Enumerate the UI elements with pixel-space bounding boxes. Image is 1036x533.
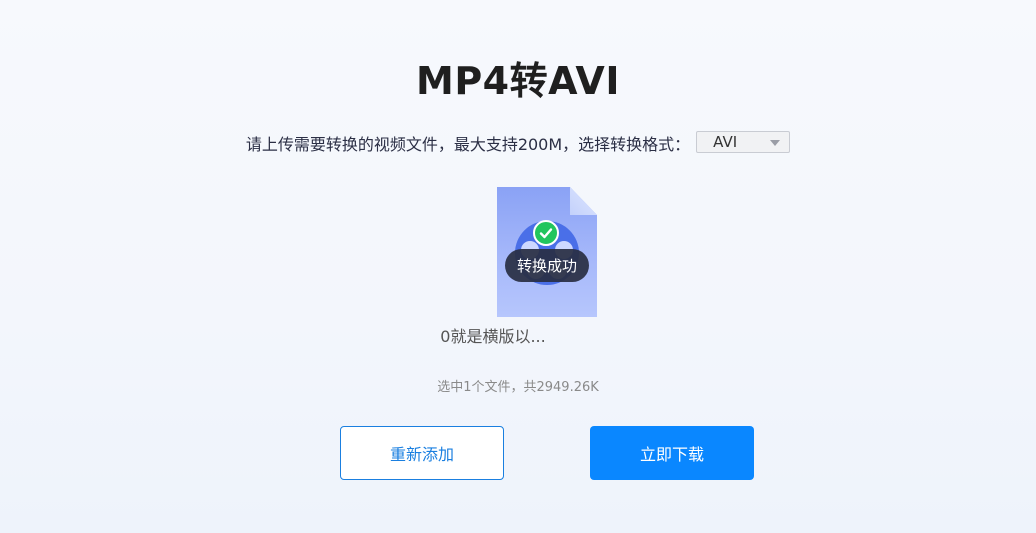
chevron-down-icon: [770, 140, 781, 146]
file-card[interactable]: 转换成功: [497, 187, 597, 317]
upload-instruction: 请上传需要转换的视频文件，最大支持200M，选择转换格式：: [245, 135, 691, 154]
format-select-value: AVI: [713, 133, 738, 151]
converter-page: MP4转AVI 请上传需要转换的视频文件，最大支持200M，选择转换格式： AV…: [0, 0, 1036, 533]
re-add-button[interactable]: 重新添加: [340, 426, 504, 480]
selection-summary: 选中1个文件，共2949.26K: [437, 380, 599, 395]
file-name: 0就是横版以...: [440, 327, 546, 346]
file-fold-corner: [570, 187, 597, 215]
page-title: MP4转AVI: [416, 59, 620, 103]
download-button[interactable]: 立即下载: [590, 426, 754, 480]
check-circle-icon: [533, 220, 559, 246]
format-instruction-row: 请上传需要转换的视频文件，最大支持200M，选择转换格式： AVI: [0, 130, 1036, 156]
conversion-status-badge: 转换成功: [505, 249, 589, 282]
format-select[interactable]: AVI: [696, 131, 791, 153]
